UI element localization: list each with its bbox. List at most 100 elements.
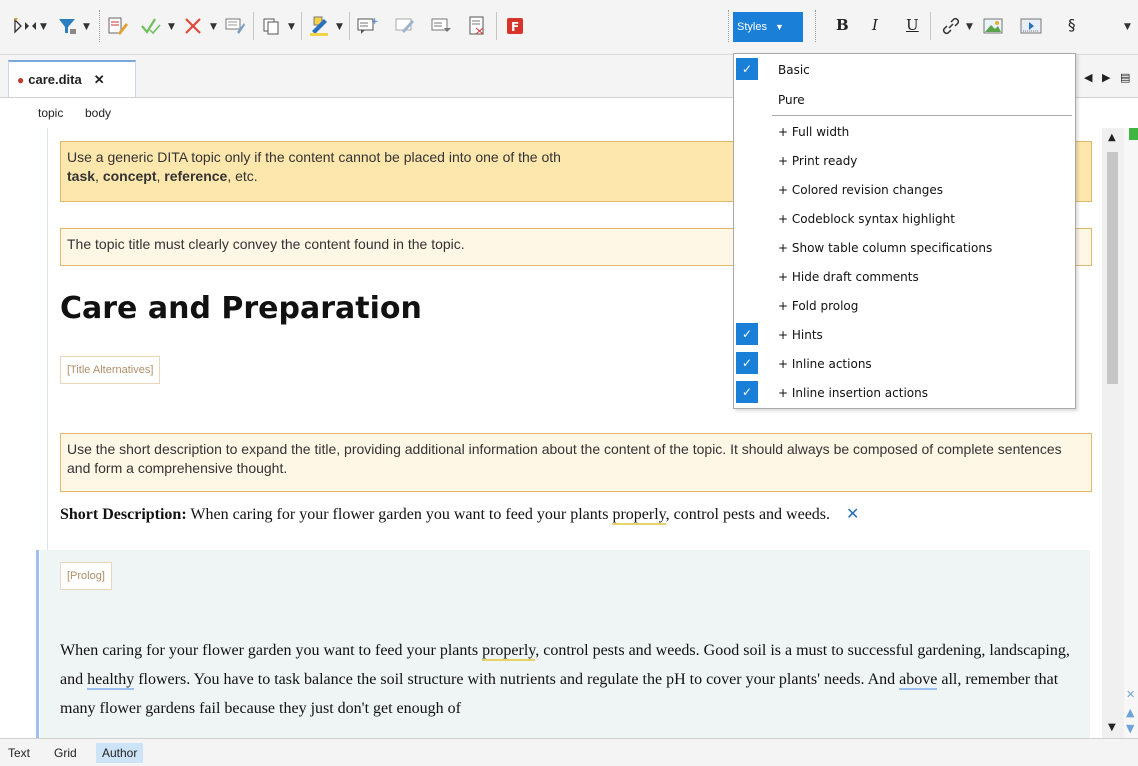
chevron-down-icon[interactable]: ▼ [288, 22, 295, 32]
styles-menu: ✓ Basic Pure + Full width + Print ready … [733, 53, 1076, 409]
chevron-down-icon[interactable]: ▼ [168, 22, 175, 32]
side-down-icon[interactable]: ▼ [1126, 722, 1134, 735]
hint-link-reference[interactable]: reference [164, 168, 227, 184]
styles-button-label: Styles [737, 21, 767, 33]
breadcrumb-topic[interactable]: topic [38, 106, 63, 120]
grammar-underline[interactable]: healthy [87, 671, 135, 690]
spelling-underline[interactable]: properly [612, 506, 666, 525]
menu-item-label: + Inline insertion actions [778, 385, 928, 400]
scroll-down-icon[interactable]: ▼ [1108, 722, 1116, 733]
comment-icon[interactable] [222, 12, 248, 40]
paragraph-text: flowers. You have to task balance the so… [138, 671, 896, 688]
menu-item-label: + Fold prolog [778, 298, 859, 313]
modified-indicator-icon: ● [17, 72, 25, 87]
scroll-up-icon[interactable]: ▲ [1108, 132, 1116, 143]
status-ok-marker[interactable] [1129, 128, 1138, 140]
menu-item-pure[interactable]: Pure [734, 85, 1075, 114]
remove-short-description-icon[interactable]: ✕ [846, 504, 859, 523]
menu-item-inline-insertion-actions[interactable]: ✓ + Inline insertion actions [734, 378, 1075, 407]
toolbar-separator [301, 12, 302, 40]
edit-comment-icon[interactable] [392, 12, 418, 40]
chevron-down-icon[interactable]: ▼ [336, 22, 343, 32]
reject-change-icon[interactable] [180, 12, 206, 40]
scrollbar-thumb[interactable] [1107, 152, 1118, 384]
styles-dropdown-button[interactable]: Styles ▼ [733, 12, 803, 42]
menu-item-inline-actions[interactable]: ✓ + Inline actions [734, 349, 1075, 378]
check-icon: ✓ [736, 352, 758, 374]
mode-tab-author[interactable]: Author [96, 743, 144, 763]
body-paragraph[interactable]: When caring for your flower garden you w… [60, 636, 1090, 723]
chevron-down-icon[interactable]: ▼ [40, 22, 47, 32]
hint-link-task[interactable]: task [67, 168, 95, 184]
menu-item-label: + Print ready [778, 153, 858, 168]
main-toolbar: ▼ ▼ ▼ ▼ ▼ ▼ + F Styles ▼ B I U ▼ § ▼ [0, 0, 1138, 55]
chevron-down-icon[interactable]: ▼ [1124, 22, 1131, 32]
menu-item-codeblock-syntax-highlight[interactable]: + Codeblock syntax highlight [734, 204, 1075, 233]
topic-title[interactable]: Care and Preparation [60, 291, 422, 326]
tab-list-icon[interactable]: ▤ [1120, 71, 1130, 84]
media-icon[interactable] [1016, 12, 1046, 40]
hint-link-concept[interactable]: concept [103, 168, 157, 184]
overview-ruler [1124, 128, 1138, 738]
tab-filename: care.dita [28, 72, 82, 87]
menu-item-full-width[interactable]: + Full width [734, 117, 1075, 146]
spelling-underline[interactable]: properly [482, 642, 536, 661]
menu-item-label: + Codeblock syntax highlight [778, 211, 955, 226]
short-description-label: Short Description: [60, 506, 187, 523]
chevron-down-icon[interactable]: ▼ [210, 22, 217, 32]
menu-item-label: + Inline actions [778, 356, 872, 371]
mode-tab-text[interactable]: Text [2, 743, 36, 763]
side-close-icon[interactable]: ✕ [1126, 688, 1135, 701]
link-icon[interactable] [938, 12, 964, 40]
filter-icon[interactable] [55, 12, 79, 40]
toolbar-separator [728, 10, 729, 42]
check-icon: ✓ [736, 323, 758, 345]
paragraph-text: When caring for your flower garden you w… [60, 642, 479, 659]
title-alternatives-button[interactable]: [Title Alternatives] [60, 356, 161, 384]
hint-text: Use a generic DITA topic only if the con… [67, 149, 561, 165]
menu-item-colored-revision-changes[interactable]: + Colored revision changes [734, 175, 1075, 204]
image-icon[interactable] [980, 12, 1006, 40]
menu-item-label: + Hide draft comments [778, 269, 919, 284]
highlight-icon[interactable] [306, 12, 332, 40]
menu-item-print-ready[interactable]: + Print ready [734, 146, 1075, 175]
chevron-down-icon[interactable]: ▼ [83, 22, 90, 32]
section-button[interactable]: § [1068, 16, 1076, 34]
tab-scroll-right-icon[interactable]: ▶ [1102, 71, 1110, 84]
short-description[interactable]: Short Description: When caring for your … [60, 504, 859, 525]
check-icon: ✓ [736, 58, 758, 80]
accept-change-icon[interactable] [138, 12, 164, 40]
manage-reviews-icon[interactable] [464, 12, 490, 40]
tab-scroll-left-icon[interactable]: ◀ [1084, 71, 1092, 84]
grammar-underline[interactable]: above [899, 671, 938, 690]
italic-button[interactable]: I [872, 16, 878, 34]
prolog-button[interactable]: [Prolog] [60, 562, 112, 590]
tab-care-dita[interactable]: ● care.dita ✕ [8, 60, 136, 97]
mode-tab-grid[interactable]: Grid [48, 743, 83, 763]
insert-comment-icon[interactable]: + [354, 12, 380, 40]
menu-item-hints[interactable]: ✓ + Hints [734, 320, 1075, 349]
copy-icon[interactable] [258, 12, 284, 40]
breadcrumb-body[interactable]: body [85, 106, 111, 120]
track-changes-icon[interactable] [10, 12, 40, 40]
form-controls-icon[interactable]: F [502, 12, 528, 40]
prolog-selection-bar [36, 550, 39, 738]
menu-item-show-table-column-specifications[interactable]: + Show table column specifications [734, 233, 1075, 262]
underline-button[interactable]: U [906, 16, 919, 34]
toolbar-separator [253, 12, 254, 40]
bold-button[interactable]: B [836, 16, 849, 34]
chevron-down-icon: ▼ [774, 22, 784, 32]
menu-item-label: Pure [778, 92, 805, 107]
chevron-down-icon[interactable]: ▼ [966, 22, 973, 32]
remove-comment-icon[interactable] [428, 12, 454, 40]
hint-text: The topic title must clearly convey the … [67, 236, 465, 252]
menu-item-basic[interactable]: ✓ Basic [734, 55, 1075, 84]
close-icon[interactable]: ✕ [94, 72, 105, 88]
side-up-icon[interactable]: ▲ [1126, 706, 1134, 719]
edit-review-icon[interactable] [104, 12, 130, 40]
menu-item-hide-draft-comments[interactable]: + Hide draft comments [734, 262, 1075, 291]
vertical-scrollbar[interactable]: ▲ ▼ [1102, 128, 1124, 738]
menu-item-label: + Colored revision changes [778, 182, 943, 197]
menu-item-label: + Show table column specifications [778, 240, 993, 255]
menu-item-fold-prolog[interactable]: + Fold prolog [734, 291, 1075, 320]
